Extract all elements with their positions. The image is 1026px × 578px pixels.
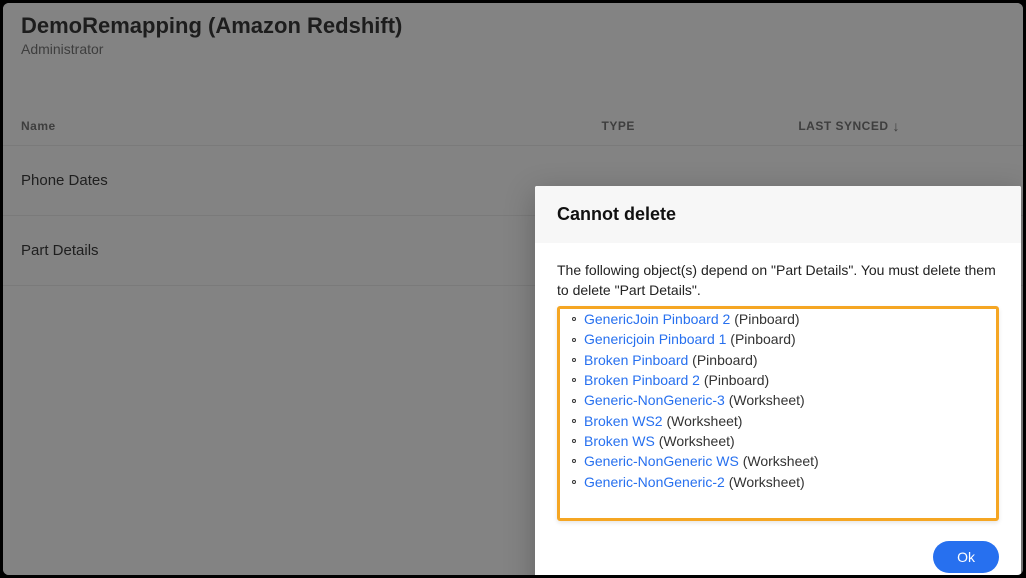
- bullet-icon: [572, 480, 576, 484]
- modal-title: Cannot delete: [535, 186, 1021, 243]
- dependency-link[interactable]: Generic-NonGeneric-2: [584, 474, 725, 490]
- list-item: Generic-NonGeneric-2 (Worksheet): [572, 472, 994, 492]
- dependency-type: (Worksheet): [739, 453, 819, 469]
- modal-message: The following object(s) depend on "Part …: [557, 261, 999, 300]
- dependency-type: (Worksheet): [725, 392, 805, 408]
- dependency-type: (Worksheet): [725, 474, 805, 490]
- dependency-link[interactable]: GenericJoin Pinboard 2: [584, 311, 730, 327]
- dependency-type: (Pinboard): [730, 311, 799, 327]
- list-item: Broken Pinboard 2 (Pinboard): [572, 370, 994, 390]
- bullet-icon: [572, 338, 576, 342]
- modal-body: The following object(s) depend on "Part …: [535, 243, 1021, 531]
- dependency-link[interactable]: Generic-NonGeneric-3: [584, 392, 725, 408]
- bullet-icon: [572, 358, 576, 362]
- list-item: GenericJoin Pinboard 2 (Pinboard): [572, 309, 994, 329]
- bullet-icon: [572, 459, 576, 463]
- bullet-icon: [572, 378, 576, 382]
- dependency-link[interactable]: Generic-NonGeneric WS: [584, 453, 739, 469]
- dependency-highlight-box: GenericJoin Pinboard 2 (Pinboard)Generic…: [557, 306, 999, 521]
- modal-footer: Ok: [535, 531, 1021, 575]
- list-item: Broken WS (Worksheet): [572, 431, 994, 451]
- dependency-type: (Pinboard): [700, 372, 769, 388]
- bullet-icon: [572, 317, 576, 321]
- bullet-icon: [572, 439, 576, 443]
- ok-button[interactable]: Ok: [933, 541, 999, 573]
- cannot-delete-modal: Cannot delete The following object(s) de…: [535, 186, 1021, 575]
- bullet-icon: [572, 399, 576, 403]
- dependency-link[interactable]: Broken Pinboard 2: [584, 372, 700, 388]
- page-container: DemoRemapping (Amazon Redshift) Administ…: [3, 3, 1023, 575]
- list-item: Generic-NonGeneric-3 (Worksheet): [572, 390, 994, 410]
- list-item: Broken Pinboard (Pinboard): [572, 350, 994, 370]
- dependency-type: (Worksheet): [655, 433, 735, 449]
- dependency-link[interactable]: Broken Pinboard: [584, 352, 688, 368]
- dependency-link[interactable]: Broken WS2: [584, 413, 663, 429]
- list-item: Generic-NonGeneric WS (Worksheet): [572, 451, 994, 471]
- list-item: Broken WS2 (Worksheet): [572, 411, 994, 431]
- list-item: Genericjoin Pinboard 1 (Pinboard): [572, 329, 994, 349]
- dependency-list: GenericJoin Pinboard 2 (Pinboard)Generic…: [562, 309, 994, 492]
- dependency-type: (Pinboard): [726, 331, 795, 347]
- dependency-link[interactable]: Genericjoin Pinboard 1: [584, 331, 726, 347]
- bullet-icon: [572, 419, 576, 423]
- dependency-type: (Pinboard): [688, 352, 757, 368]
- dependency-type: (Worksheet): [663, 413, 743, 429]
- dependency-link[interactable]: Broken WS: [584, 433, 655, 449]
